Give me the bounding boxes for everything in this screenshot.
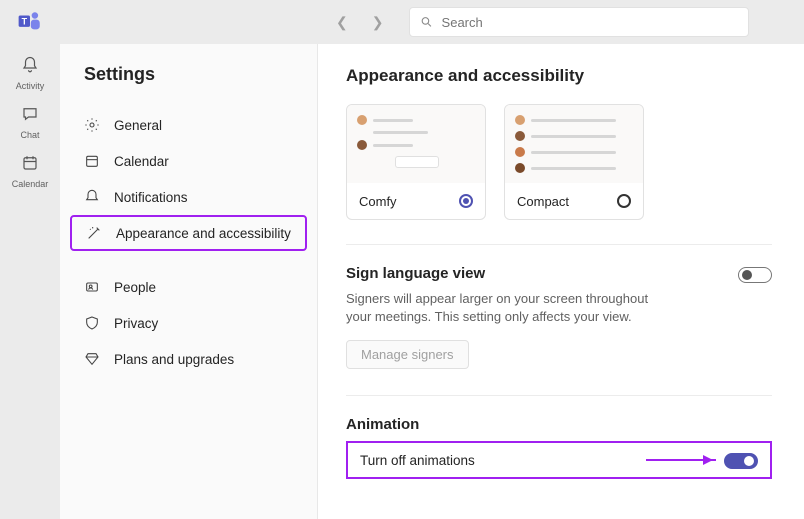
density-preview: [505, 105, 643, 183]
rail-calendar[interactable]: Calendar: [6, 146, 54, 195]
manage-signers-button[interactable]: Manage signers: [346, 340, 469, 369]
nav-people[interactable]: People: [70, 269, 307, 305]
nav-label: Privacy: [114, 316, 158, 331]
search-icon: [420, 15, 433, 29]
turn-off-animations-toggle[interactable]: [724, 453, 758, 469]
density-preview: [347, 105, 485, 183]
chat-icon: [21, 105, 39, 128]
divider: [346, 244, 772, 245]
gear-icon: [84, 117, 100, 133]
calendar-icon: [21, 154, 39, 177]
section-desc: Signers will appear larger on your scree…: [346, 290, 656, 326]
teams-logo: T: [16, 8, 44, 36]
calendar-icon: [84, 153, 100, 169]
radio-icon: [459, 194, 473, 208]
search-wrap: [409, 7, 749, 37]
nav-label: People: [114, 280, 156, 295]
search-input[interactable]: [442, 15, 739, 30]
nav-general[interactable]: General: [70, 107, 307, 143]
rail-label: Calendar: [12, 179, 49, 189]
density-compact[interactable]: Compact: [504, 104, 644, 220]
svg-text:T: T: [22, 16, 28, 26]
nav-privacy[interactable]: Privacy: [70, 305, 307, 341]
arrow-annotation-icon: [646, 459, 716, 461]
rail-label: Activity: [16, 81, 45, 91]
app-rail: T Activity Chat Calendar: [0, 0, 60, 519]
bell-icon: [21, 56, 39, 79]
nav-appearance[interactable]: Appearance and accessibility: [70, 215, 307, 251]
section-title: Animation: [346, 416, 772, 433]
nav-calendar[interactable]: Calendar: [70, 143, 307, 179]
nav-back[interactable]: ❮: [328, 10, 356, 35]
nav-label: Calendar: [114, 154, 169, 169]
nav-forward[interactable]: ❯: [364, 10, 392, 35]
settings-title: Settings: [60, 64, 317, 103]
nav-label: Notifications: [114, 190, 188, 205]
topbar: ❮ ❯: [60, 0, 804, 44]
bell-icon: [84, 189, 100, 205]
rail-label: Chat: [20, 130, 39, 140]
nav-label: General: [114, 118, 162, 133]
animation-label: Turn off animations: [360, 453, 475, 468]
main-area: ❮ ❯ Settings General Calendar: [60, 0, 804, 519]
rail-activity[interactable]: Activity: [6, 48, 54, 97]
settings-nav: Settings General Calendar Notifications …: [60, 44, 318, 519]
density-comfy[interactable]: Comfy: [346, 104, 486, 220]
nav-label: Plans and upgrades: [114, 352, 234, 367]
density-label: Compact: [517, 194, 569, 209]
density-label: Comfy: [359, 194, 397, 209]
divider: [346, 395, 772, 396]
settings-pane: Appearance and accessibility Comfy: [318, 44, 804, 519]
people-icon: [84, 279, 100, 295]
animation-row-highlight: Turn off animations: [346, 441, 772, 479]
sign-language-toggle[interactable]: [738, 267, 772, 283]
nav-plans[interactable]: Plans and upgrades: [70, 341, 307, 377]
section-title: Sign language view: [346, 265, 656, 282]
nav-label: Appearance and accessibility: [116, 226, 291, 241]
nav-notifications[interactable]: Notifications: [70, 179, 307, 215]
rail-chat[interactable]: Chat: [6, 97, 54, 146]
sign-language-section: Sign language view Signers will appear l…: [346, 265, 772, 326]
wand-icon: [86, 225, 102, 241]
radio-icon: [617, 194, 631, 208]
shield-icon: [84, 315, 100, 331]
pane-heading: Appearance and accessibility: [346, 66, 772, 86]
diamond-icon: [84, 351, 100, 367]
search-input-wrap[interactable]: [409, 7, 749, 37]
content: Settings General Calendar Notifications …: [60, 44, 804, 519]
density-row: Comfy Compact: [346, 104, 772, 220]
